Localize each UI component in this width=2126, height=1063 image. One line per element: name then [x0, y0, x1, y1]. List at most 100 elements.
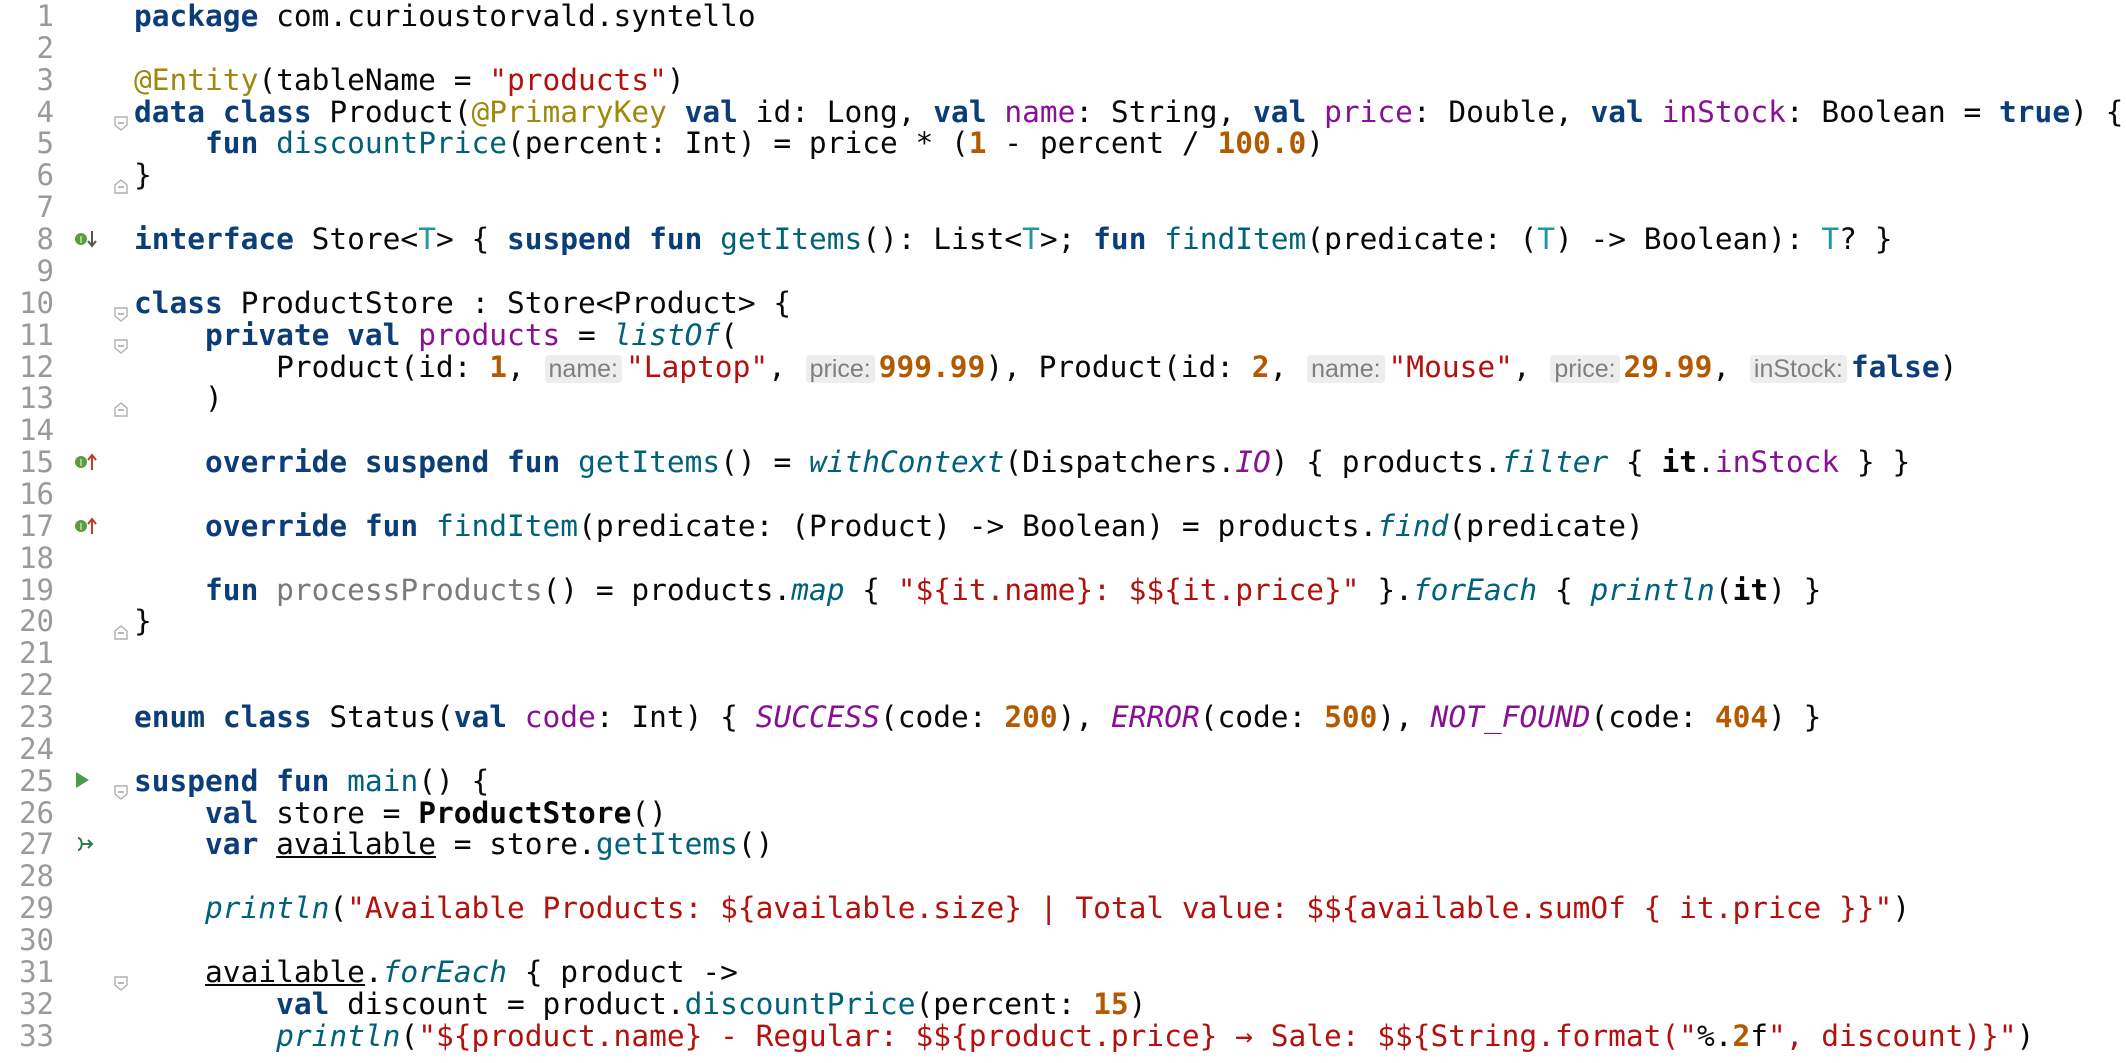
code-line[interactable]: 9: [0, 255, 2126, 287]
code-line[interactable]: 11 private val products = listOf(: [0, 319, 2126, 354]
code-text[interactable]: enum class Status(val code: Int) { SUCCE…: [134, 701, 1821, 733]
line-number[interactable]: 21: [0, 637, 54, 669]
code-text[interactable]: class ProductStore : Store<Product> {: [134, 287, 791, 319]
line-number[interactable]: 30: [0, 924, 54, 956]
code-text[interactable]: var available = store.getItems(): [134, 828, 773, 860]
line-number[interactable]: 3: [0, 64, 54, 96]
code-line[interactable]: 29 println("Available Products: ${availa…: [0, 892, 2126, 924]
line-number[interactable]: 15: [0, 446, 54, 478]
code-text[interactable]: fun processProducts() = products.map { "…: [134, 574, 1821, 606]
code-line[interactable]: 16: [0, 478, 2126, 510]
fold-end-icon[interactable]: [114, 391, 128, 417]
code-line[interactable]: 33 println("${product.name} - Regular: $…: [0, 1020, 2126, 1052]
code-line[interactable]: 2: [0, 32, 2126, 64]
line-number[interactable]: 18: [0, 542, 54, 574]
code-text[interactable]: Product(id: 1, name: "Laptop", price: 999.…: [134, 351, 1957, 385]
fold-collapse-icon[interactable]: [114, 774, 128, 800]
code-line[interactable]: 31 available.forEach { product ->: [0, 956, 2126, 991]
code-line[interactable]: 24: [0, 733, 2126, 765]
code-text[interactable]: suspend fun main() {: [134, 765, 489, 797]
code-line[interactable]: 4 data class Product(@PrimaryKey val id: …: [0, 96, 2126, 131]
line-number[interactable]: 8: [0, 223, 54, 255]
code-text[interactable]: override fun findItem(predicate: (Produc…: [134, 510, 1644, 542]
code-line[interactable]: 25 suspend fun main() {: [0, 765, 2126, 800]
code-text[interactable]: println("${product.name} - Regular: $${p…: [134, 1020, 2034, 1052]
code-text[interactable]: println("Available Products: ${available…: [134, 892, 1910, 924]
code-line[interactable]: 32 val discount = product.discountPrice(…: [0, 988, 2126, 1020]
line-number[interactable]: 10: [0, 287, 54, 319]
line-number[interactable]: 2: [0, 32, 54, 64]
code-line[interactable]: 10 class ProductStore : Store<Product> {: [0, 287, 2126, 322]
code-text[interactable]: data class Product(@PrimaryKey val id: L…: [134, 96, 2123, 128]
line-number[interactable]: 20: [0, 605, 54, 637]
code-line[interactable]: 27 var available = store.getItems(): [0, 828, 2126, 860]
run-icon[interactable]: [74, 771, 96, 791]
code-line[interactable]: 14: [0, 414, 2126, 446]
line-number[interactable]: 25: [0, 765, 54, 797]
code-line[interactable]: 20}: [0, 605, 2126, 640]
code-text[interactable]: private val products = listOf(: [134, 319, 738, 351]
line-number[interactable]: 13: [0, 382, 54, 414]
code-line[interactable]: 6}: [0, 159, 2126, 194]
line-number[interactable]: 27: [0, 828, 54, 860]
code-text[interactable]: }: [134, 605, 152, 637]
code-line[interactable]: 13 ): [0, 382, 2126, 417]
code-text[interactable]: val discount = product.discountPrice(per…: [134, 988, 1146, 1020]
line-number[interactable]: 32: [0, 988, 54, 1020]
line-number[interactable]: 22: [0, 669, 54, 701]
code-line[interactable]: 5 fun discountPrice(percent: Int) = pric…: [0, 127, 2126, 159]
code-line[interactable]: 12 Product(id: 1, name: "Laptop", price: 9…: [0, 351, 2126, 383]
line-number[interactable]: 1: [0, 0, 54, 32]
code-line[interactable]: 28: [0, 860, 2126, 892]
line-number[interactable]: 17: [0, 510, 54, 542]
fold-end-icon[interactable]: [114, 168, 128, 194]
code-editor[interactable]: 1 package com.curioustorvald.syntello 2 3 @E…: [0, 0, 2126, 1063]
code-text[interactable]: package com.curioustorvald.syntello: [134, 0, 756, 32]
line-number[interactable]: 23: [0, 701, 54, 733]
implements-icon[interactable]: I: [74, 452, 97, 472]
line-number[interactable]: 31: [0, 956, 54, 988]
implements-icon[interactable]: I: [74, 516, 97, 536]
fold-collapse-icon[interactable]: [114, 105, 128, 131]
line-number[interactable]: 12: [0, 351, 54, 383]
suspend-call-icon[interactable]: [74, 834, 96, 854]
code-line[interactable]: 19 fun processProducts() = products.map …: [0, 574, 2126, 606]
fold-collapse-icon[interactable]: [114, 296, 128, 322]
code-line[interactable]: 22: [0, 669, 2126, 701]
line-number[interactable]: 6: [0, 159, 54, 191]
line-number[interactable]: 9: [0, 255, 54, 287]
fold-collapse-icon[interactable]: [114, 965, 128, 991]
code-text[interactable]: }: [134, 159, 152, 191]
code-line[interactable]: 17 I override fun findItem(predicate: (Pr…: [0, 510, 2126, 542]
code-line[interactable]: 8 Iinterface Store<T> { suspend fun getIt…: [0, 223, 2126, 255]
fold-collapse-icon[interactable]: [114, 328, 128, 354]
line-number[interactable]: 7: [0, 191, 54, 223]
code-text[interactable]: val store = ProductStore(): [134, 797, 667, 829]
line-number[interactable]: 29: [0, 892, 54, 924]
line-number[interactable]: 24: [0, 733, 54, 765]
code-line[interactable]: 26 val store = ProductStore(): [0, 797, 2126, 829]
line-number[interactable]: 26: [0, 797, 54, 829]
line-number[interactable]: 14: [0, 414, 54, 446]
code-text[interactable]: ): [134, 382, 223, 414]
code-text[interactable]: interface Store<T> { suspend fun getItem…: [134, 223, 1892, 255]
code-line[interactable]: 1 package com.curioustorvald.syntello: [0, 0, 2126, 32]
line-number[interactable]: 16: [0, 478, 54, 510]
code-line[interactable]: 18: [0, 542, 2126, 574]
code-text[interactable]: fun discountPrice(percent: Int) = price …: [134, 127, 1324, 159]
code-text[interactable]: override suspend fun getItems() = withCo…: [134, 446, 1910, 478]
line-number[interactable]: 4: [0, 96, 54, 128]
fold-end-icon[interactable]: [114, 614, 128, 640]
implemented-icon[interactable]: I: [74, 229, 97, 249]
line-number[interactable]: 33: [0, 1020, 54, 1052]
code-line[interactable]: 7: [0, 191, 2126, 223]
code-text[interactable]: @Entity(tableName = "products"): [134, 64, 685, 96]
code-text[interactable]: available.forEach { product ->: [134, 956, 738, 988]
line-number[interactable]: 5: [0, 127, 54, 159]
code-line[interactable]: 30: [0, 924, 2126, 956]
code-line[interactable]: 23 enum class Status(val code: Int) { SUC…: [0, 701, 2126, 733]
code-line[interactable]: 3 @Entity(tableName = "products"): [0, 64, 2126, 96]
code-line[interactable]: 15 I override suspend fun getItems() = wi…: [0, 446, 2126, 478]
line-number[interactable]: 11: [0, 319, 54, 351]
code-line[interactable]: 21: [0, 637, 2126, 669]
